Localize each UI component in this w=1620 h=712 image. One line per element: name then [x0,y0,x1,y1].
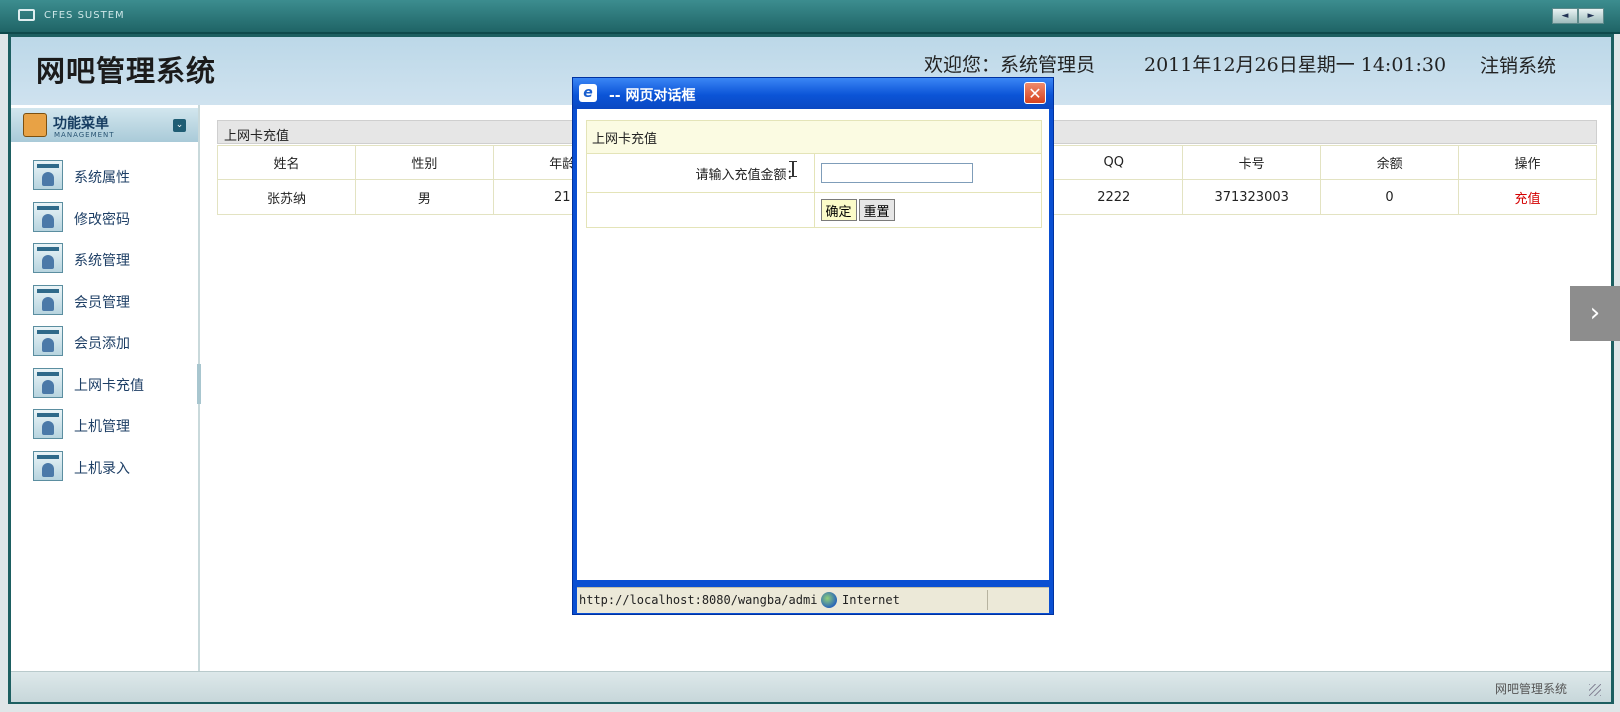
reset-button[interactable]: 重置 [858,199,895,221]
buttons-cell: 确定 重置 [813,192,1042,228]
column-header: 姓名 [217,145,356,180]
form-title: 上网卡充值 [586,120,1042,154]
sidebar-item-label: 系统管理 [74,253,130,269]
recharge-dialog: e -- 网页对话框 ✕ 上网卡充值 请输入充值金额： 确定 重置 http://… [572,77,1054,615]
column-header: 性别 [354,145,494,180]
status-url: http://localhost:8080/wangba/admi [579,593,817,607]
cell-gender: 男 [354,179,494,215]
sidebar-item-label: 会员管理 [74,295,130,311]
dialog-titlebar[interactable]: e -- 网页对话框 ✕ [573,78,1053,109]
sidebar-item-member-management[interactable]: 会员管理 [33,285,193,317]
empty-cell [586,192,815,228]
dialog-statusbar: http://localhost:8080/wangba/admi Intern… [577,587,1049,613]
user-card-icon [33,451,63,481]
recharge-form: 上网卡充值 请输入充值金额： 确定 重置 [586,120,1042,228]
ie-icon: e [579,84,597,102]
sidebar-item-label: 会员添加 [74,336,130,352]
chevron-down-icon[interactable]: ⌄ [173,119,186,132]
sidebar-item-session-entry[interactable]: 上机录入 [33,451,193,483]
recharge-link[interactable]: 充值 [1458,179,1597,215]
close-icon[interactable]: ✕ [1024,82,1046,104]
welcome-text: 欢迎您：系统管理员 [924,54,1096,76]
column-header: QQ [1044,145,1184,180]
sidebar-item-label: 上机管理 [74,419,130,435]
window-titlebar: CFES SUSTEM ◄ ► [0,0,1620,34]
sidebar-item-change-password[interactable]: 修改密码 [33,202,193,234]
sidebar-item-system-properties[interactable]: 系统属性 [33,160,193,192]
sidebar-item-label: 系统属性 [74,170,130,186]
sidebar-item-label: 修改密码 [74,212,130,228]
column-header: 操作 [1458,145,1597,180]
datetime-text: 2011年12月26日星期一 14:01:30 [1144,54,1447,76]
sidebar-splitter[interactable] [197,364,201,404]
menu-title: 功能菜单 [53,116,109,132]
status-zone: Internet [842,593,900,607]
amount-input[interactable] [820,163,973,183]
column-header: 余额 [1320,145,1460,180]
user-card-icon [33,368,63,398]
next-button[interactable]: ► [1578,8,1604,24]
confirm-button[interactable]: 确定 [820,199,857,221]
amount-label: 请输入充值金额： [586,153,815,193]
sidebar-item-session-management[interactable]: 上机管理 [33,409,193,441]
user-card-icon [33,409,63,439]
sidebar-item-card-recharge[interactable]: 上网卡充值 [33,368,193,400]
sidebar-item-label: 上网卡充值 [74,378,144,394]
cell-name: 张苏纳 [217,179,356,215]
cell-card: 371323003 [1182,179,1322,215]
sidebar-item-system-management[interactable]: 系统管理 [33,243,193,275]
resize-grip-icon[interactable] [1589,684,1601,696]
sidebar-item-label: 上机录入 [74,461,130,477]
globe-icon [821,592,837,608]
cell-balance: 0 [1320,179,1460,215]
user-card-icon [33,160,63,190]
cell-qq: 2222 [1044,179,1184,215]
amount-cell [813,153,1042,193]
status-text: 网吧管理系统 [1494,682,1567,696]
sidebar-item-member-add[interactable]: 会员添加 [33,326,193,358]
menu-home-icon [23,113,47,137]
text-cursor-icon [789,161,797,177]
menu-header: 功能菜单 MANAGEMENT ⌄ [11,108,198,142]
user-card-icon [33,285,63,315]
dialog-title: -- 网页对话框 [609,88,696,104]
user-card-icon [33,243,63,273]
user-card-icon [33,202,63,232]
chevron-right-icon[interactable]: › [1570,286,1620,341]
dialog-body: 上网卡充值 请输入充值金额： 确定 重置 [577,109,1049,580]
menu-subtitle: MANAGEMENT [54,131,115,139]
status-divider [987,590,988,610]
system-name: CFES SUSTEM [44,10,125,21]
prev-button[interactable]: ◄ [1552,8,1578,24]
status-bar: 网吧管理系统 [11,671,1611,702]
site-title: 网吧管理系统 [36,54,217,88]
logout-link[interactable]: 注销系统 [1480,51,1556,78]
column-header: 卡号 [1182,145,1322,180]
monitor-icon [18,9,35,21]
user-card-icon [33,326,63,356]
